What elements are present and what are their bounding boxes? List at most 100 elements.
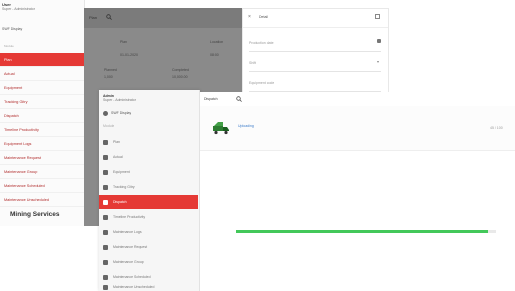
section-label: Module: [4, 44, 14, 48]
display-icon: [103, 110, 108, 116]
user-role: Super - Administrator: [2, 7, 35, 11]
sidebar-item-label: Actual: [113, 155, 123, 159]
sidebar-item-label: Maintenance Scheduled: [4, 183, 45, 188]
chevron-down-icon[interactable]: ▾: [377, 59, 379, 64]
overlay-cell: Completed: [172, 68, 189, 72]
sidebar-item-maintenance-scheduled[interactable]: Maintenance Scheduled: [0, 179, 84, 193]
sidebar-item-maintenance-group[interactable]: Maintenance Group: [99, 255, 198, 269]
overlay-panel-header: Plan: [84, 8, 244, 28]
field-label: Production date: [249, 41, 274, 45]
sidebar-item-label: Maintenance Unscheduled: [4, 197, 49, 202]
sidebar-item-label: Tracking Gitry: [4, 99, 28, 104]
sidebar-item-label: Plan: [4, 57, 12, 62]
equipment-icon: [103, 169, 108, 175]
sidebar-item-maintenance-unscheduled[interactable]: Maintenance Unscheduled: [0, 193, 84, 207]
sidebar-item-maintenance-request[interactable]: Maintenance Request: [0, 151, 84, 165]
sidebar-item-maintenance-scheduled[interactable]: Maintenance Scheduled: [99, 270, 198, 284]
sidebar-item-label: Tracking Gitry: [113, 185, 135, 189]
display-selector[interactable]: SWF Display: [102, 109, 196, 117]
search-icon[interactable]: [106, 14, 112, 20]
sidebar-item-label: Maintenance Logs: [113, 230, 142, 234]
overlay-cell: Planned: [104, 68, 117, 72]
upload-card[interactable]: Uploading 45 / 100: [200, 106, 515, 151]
field-label: Equipment code: [249, 81, 275, 85]
content-header: Dispatch: [200, 92, 515, 107]
request-icon: [103, 244, 108, 250]
sidebar-item-label: Maintenance Group: [4, 169, 38, 174]
sidebar-item-maintenance-group[interactable]: Maintenance Group: [0, 165, 84, 179]
upload-progress-fill: [236, 230, 489, 233]
shift-field[interactable]: Shift ▾: [249, 55, 381, 72]
sidebar-item-label: Timeline Productivity: [4, 127, 39, 132]
sidebar-item-equipment[interactable]: Equipment: [99, 165, 198, 179]
content-panel: Dispatch Uploading 45 / 100: [200, 92, 515, 291]
sidebar-item-maintenance-request[interactable]: Maintenance Request: [99, 240, 198, 254]
sidebar-item-label: Maintenance Request: [113, 245, 148, 249]
sidebar-item-plan[interactable]: Plan: [0, 53, 84, 67]
sidebar-item-maintenance-unscheduled[interactable]: Maintenance Unscheduled: [99, 283, 198, 291]
detail-panel: × Detail Production date Shift ▾ Equipme…: [242, 8, 389, 102]
close-icon[interactable]: ×: [248, 14, 251, 20]
sidebar-item-label: Actual: [4, 71, 15, 76]
maximize-icon[interactable]: [375, 14, 380, 19]
sidebar-item-label: Maintenance Scheduled: [113, 275, 151, 279]
sidebar-item-label: Plan: [113, 140, 121, 144]
search-icon[interactable]: [236, 96, 242, 102]
group-icon: [103, 259, 108, 265]
overlay-cell: 01-01-2020: [120, 53, 138, 57]
sidebar-item-label: Dispatch: [4, 113, 19, 118]
sidebar-item-timeline[interactable]: Timeline Productivity: [99, 210, 198, 224]
truck-icon: [213, 122, 229, 135]
timeline-icon: [103, 214, 108, 220]
sidebar-item-dispatch[interactable]: Dispatch: [99, 195, 198, 209]
sidebar-item-label: Maintenance Unscheduled: [113, 285, 155, 289]
display-selector[interactable]: SWF Display: [2, 27, 22, 31]
calendar-icon[interactable]: [377, 39, 381, 43]
sidebar-item-dispatch[interactable]: Dispatch: [0, 109, 84, 123]
sidebar-item-tracking[interactable]: Tracking Gitry: [0, 95, 84, 109]
sidebar-item-label: Equipment Logs: [4, 141, 32, 146]
sidebar-item-label: Maintenance Group: [113, 260, 144, 264]
overlay-cell: Location: [210, 40, 224, 44]
sidebar-front: Admin Super - Administrator SWF Display …: [99, 90, 200, 291]
sidebar-item-label: Equipment: [4, 85, 23, 90]
sidebar-front-header: Admin Super - Administrator: [103, 94, 193, 102]
field-label: Shift: [249, 61, 257, 65]
actual-icon: [103, 154, 108, 160]
unscheduled-icon: [103, 284, 108, 290]
detail-panel-header: × Detail: [243, 9, 388, 28]
upload-count: 45 / 100: [490, 126, 503, 130]
brand-name: Mining Services: [10, 211, 60, 218]
overlay-cell: Plan: [120, 40, 128, 44]
sidebar-item-equipment[interactable]: Equipment: [0, 81, 84, 95]
overlay-panel-title: Plan: [89, 15, 98, 20]
upload-label: Uploading: [238, 124, 254, 128]
dispatch-icon: [103, 199, 108, 205]
upload-progress-bar: [236, 230, 496, 233]
content-title: Dispatch: [204, 97, 218, 101]
equipment-code-field[interactable]: Equipment code: [249, 75, 381, 92]
sidebar-back-header: User Super - Administrator: [2, 2, 82, 11]
sidebar-item-maintenance-logs[interactable]: Maintenance Logs: [99, 225, 198, 239]
sidebar-item-label: Equipment: [113, 170, 130, 174]
sidebar-item-actual[interactable]: Actual: [0, 67, 84, 81]
plan-icon: [103, 139, 108, 145]
sidebar-item-tracking[interactable]: Tracking Gitry: [99, 180, 198, 194]
sidebar-item-equipment-logs[interactable]: Equipment Logs: [0, 137, 84, 151]
section-label: Module: [103, 124, 115, 128]
sidebar-item-actual[interactable]: Actual: [99, 150, 198, 164]
sidebar-item-timeline[interactable]: Timeline Productivity: [0, 123, 84, 137]
user-role: Super - Administrator: [103, 98, 136, 102]
logs-icon: [103, 229, 108, 235]
sidebar-item-label: Dispatch: [113, 200, 127, 204]
scheduled-icon: [103, 274, 108, 280]
sidebar-item-plan[interactable]: Plan: [99, 135, 198, 149]
display-selector-value: SWF Display: [111, 111, 132, 115]
overlay-cell: 08:00: [210, 53, 219, 57]
overlay-cell: 1,000: [104, 75, 113, 79]
tracking-icon: [103, 184, 108, 190]
sidebar-back: User Super - Administrator SWF Display M…: [0, 0, 85, 226]
production-date-field[interactable]: Production date: [249, 35, 381, 52]
sidebar-item-label: Timeline Productivity: [113, 215, 146, 219]
overlay-cell: 10,000.00: [172, 75, 188, 79]
